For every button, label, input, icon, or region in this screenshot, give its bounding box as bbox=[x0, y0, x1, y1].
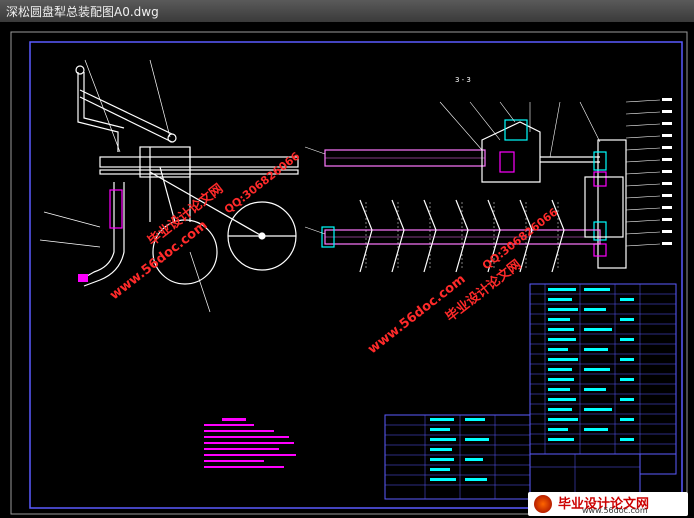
cad-viewer-window: 深松圆盘犁总装配图A0.dwg 3 - 3 www.56doc.com 毕业设计… bbox=[0, 0, 694, 518]
title-bar[interactable]: 深松圆盘犁总装配图A0.dwg bbox=[0, 0, 694, 23]
watermark-group-left: www.56doc.com 毕业设计论文网 QQ:306826066 bbox=[107, 149, 302, 303]
drawing-svg: 3 - 3 www.56doc.com 毕业设计论文网 QQ:306826066… bbox=[10, 31, 688, 515]
watermark-qq-right: QQ:306826066 bbox=[480, 205, 561, 272]
footer-brand-logo: 毕业设计论文网 www.56doc.com bbox=[528, 492, 688, 516]
section-label: 3 - 3 bbox=[455, 76, 471, 84]
technical-requirements-block bbox=[204, 418, 296, 468]
callout-ticks bbox=[662, 98, 672, 245]
watermark-group-right: www.56doc.com QQ:306826066 毕业设计论文网 bbox=[365, 205, 560, 357]
drawing-canvas[interactable]: 3 - 3 www.56doc.com 毕业设计论文网 QQ:306826066… bbox=[0, 22, 694, 518]
parts-list-table bbox=[529, 283, 677, 455]
window-title: 深松圆盘犁总装配图A0.dwg bbox=[6, 5, 159, 19]
title-block bbox=[384, 414, 677, 500]
watermark-qq-left: QQ:306826066 bbox=[222, 149, 303, 216]
footer-brand-url: www.56doc.com bbox=[582, 506, 648, 515]
brand-logo-icon bbox=[534, 495, 552, 513]
shank-tip-highlight bbox=[78, 274, 88, 282]
